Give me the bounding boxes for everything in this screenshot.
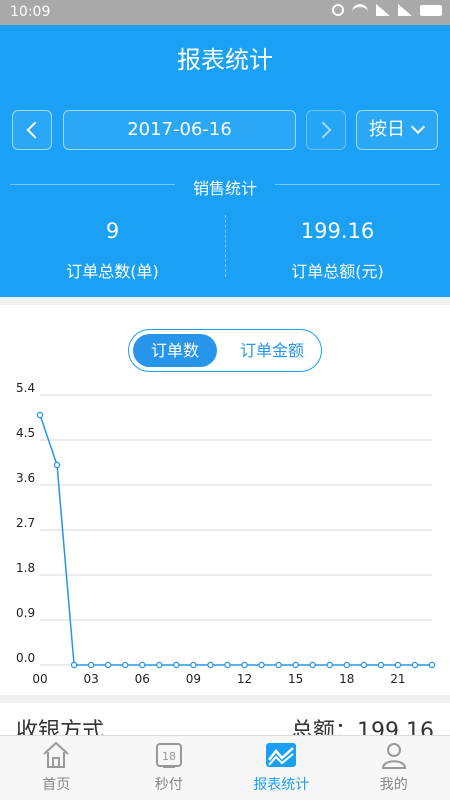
order-total-label: 订单总额(元) [291, 262, 384, 281]
section-gap [0, 297, 450, 305]
home-icon [43, 741, 69, 768]
series-line [39, 414, 432, 666]
data-point [53, 461, 61, 469]
section-gap-2 [0, 695, 450, 703]
y-tick-label: 4.5 [16, 426, 35, 440]
data-point [275, 661, 282, 669]
tab-report-label: 报表统计 [253, 777, 310, 793]
period-mode-select[interactable]: 按日 [356, 110, 438, 150]
data-point [104, 661, 112, 669]
tab-order-count[interactable]: 订单数 [133, 334, 217, 367]
chevron-right-icon [314, 121, 332, 139]
tab-home-label: 首页 [42, 777, 71, 793]
order-count-label: 订单总数(单) [66, 262, 159, 281]
payment-total: 总额：199.16 [291, 719, 434, 735]
signal-icon-2 [398, 4, 412, 16]
data-point [377, 661, 385, 669]
date-display[interactable]: 2017-06-16 [63, 110, 296, 150]
calendar-icon: 18 [155, 743, 182, 768]
tab-pay[interactable]: 18 秒付 [113, 736, 226, 800]
metric-toggle[interactable]: 订单数 订单金额 [128, 329, 322, 372]
x-tick-label: 09 [186, 672, 201, 686]
alarm-icon [332, 4, 344, 16]
data-point [224, 661, 231, 669]
prev-date-button[interactable] [12, 110, 52, 150]
y-tick-label: 0.9 [16, 606, 35, 620]
signal-icon [376, 4, 390, 16]
order-count-value: 9 [105, 219, 120, 243]
period-mode-label: 按日 [369, 119, 405, 140]
orders-line-chart: 0.0 0.9 1.8 2.7 3.6 4.5 5.4 00 03 06 09 12 15 18 21 [16, 381, 436, 686]
payment-summary-row: 收银方式 总额：199.16 [0, 703, 450, 735]
data-point [156, 661, 163, 669]
battery-icon [420, 4, 442, 16]
data-point [292, 661, 299, 669]
status-bar: 10:09 [0, 0, 450, 25]
x-tick-label: 06 [135, 672, 150, 686]
data-point [343, 661, 351, 669]
data-point [139, 661, 146, 669]
chevron-down-icon [410, 119, 426, 135]
tab-report[interactable]: 报表统计 [225, 736, 338, 800]
y-tick-label: 1.8 [16, 561, 35, 575]
data-point [394, 661, 402, 669]
wifi-icon [352, 4, 368, 16]
x-tick-label: 03 [83, 672, 98, 686]
order-total-value: 199.16 [300, 219, 375, 243]
y-tick-label: 0.0 [16, 651, 35, 665]
chevron-left-icon [26, 121, 44, 139]
y-tick-label: 5.4 [16, 381, 35, 395]
user-icon [381, 743, 406, 769]
data-point [309, 661, 316, 669]
status-icons [332, 4, 442, 16]
data-point [428, 661, 436, 669]
status-time: 10:09 [10, 4, 51, 20]
tab-mine[interactable]: 我的 [338, 736, 450, 800]
data-point [173, 661, 180, 669]
tab-mine-label: 我的 [379, 777, 408, 793]
data-point [411, 661, 419, 669]
x-tick-label: 15 [288, 672, 303, 686]
report-header: 报表统计 2017-06-16 按日 销售统计 9 订单总数(单) 199.16… [0, 25, 450, 297]
tab-home[interactable]: 首页 [0, 736, 113, 800]
data-point [207, 661, 214, 669]
data-point [360, 661, 368, 669]
calendar-badge: 18 [162, 750, 176, 763]
data-point [190, 661, 197, 669]
data-point [326, 661, 333, 669]
bottom-tab-bar: 首页 18 秒付 报表统计 我的 [0, 735, 450, 800]
data-point [121, 661, 129, 669]
x-tick-label: 18 [339, 672, 354, 686]
x-tick-label: 12 [237, 672, 252, 686]
section-title: 销售统计 [192, 179, 257, 198]
data-point [70, 661, 78, 669]
y-tick-label: 3.6 [16, 471, 35, 485]
x-tick-label: 00 [32, 672, 47, 686]
y-tick-label: 2.7 [16, 516, 35, 530]
data-point [258, 661, 265, 669]
data-point [87, 661, 95, 669]
chart-icon [266, 743, 297, 767]
tab-pay-label: 秒付 [154, 777, 183, 793]
x-tick-label: 21 [390, 672, 405, 686]
data-point [241, 661, 248, 669]
payment-method-title: 收银方式 [16, 719, 105, 735]
tab-order-amount[interactable]: 订单金额 [225, 334, 319, 367]
page-title: 报表统计 [177, 46, 273, 74]
next-date-button[interactable] [306, 110, 346, 150]
data-point [36, 411, 44, 419]
